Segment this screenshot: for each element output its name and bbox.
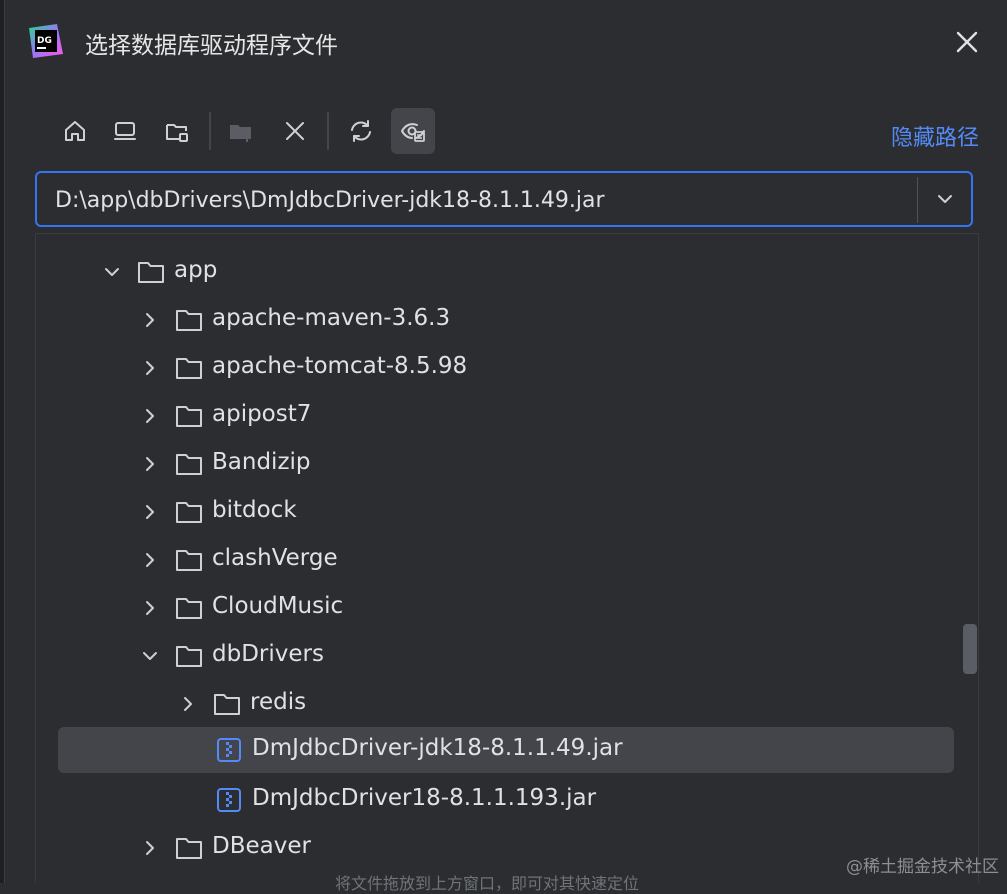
- chevron-right-icon[interactable]: [138, 404, 162, 428]
- home-icon: [65, 121, 85, 141]
- folder-icon: [176, 598, 202, 619]
- tree-row-label: dbDrivers: [212, 641, 324, 667]
- datagrip-logo-icon: DG: [29, 24, 63, 58]
- toolbar-separator: [209, 112, 211, 150]
- desktop-button[interactable]: [103, 108, 147, 154]
- folder-icon: [176, 358, 202, 379]
- tree-row-label: bitdock: [212, 497, 297, 523]
- file-tree[interactable]: app apache-maven-3.6.3 apache-tomcat-8.5…: [35, 233, 979, 883]
- hide-path-link[interactable]: 隐藏路径: [891, 120, 979, 152]
- chevron-right-icon[interactable]: [138, 596, 162, 620]
- dialog-title: 选择数据库驱动程序文件: [85, 33, 338, 59]
- close-icon[interactable]: [947, 22, 987, 62]
- refresh-icon: [351, 120, 371, 142]
- tree-row-label: CloudMusic: [212, 593, 344, 619]
- drop-hint-text: 将文件拖放到上方窗口，即可对其快速定位: [335, 874, 640, 893]
- tree-scrollbar-thumb[interactable]: [963, 624, 977, 674]
- tree-row[interactable]: DmJdbcDriver18-8.1.1.193.jar: [36, 777, 966, 823]
- toolbar: 隐藏路径: [53, 108, 993, 156]
- chevron-right-icon[interactable]: [138, 308, 162, 332]
- chevron-down-icon: [938, 195, 952, 203]
- show-hidden-files-button[interactable]: [391, 108, 435, 154]
- path-history-dropdown[interactable]: [919, 173, 971, 225]
- toolbar-separator: [327, 112, 329, 150]
- desktop-icon: [114, 122, 136, 140]
- tree-row[interactable]: DBeaver: [36, 825, 966, 871]
- tree-row[interactable]: dbDrivers: [36, 633, 966, 679]
- folder-icon: [176, 502, 202, 523]
- tree-row[interactable]: CloudMusic: [36, 585, 966, 631]
- tree-row-selected[interactable]: DmJdbcDriver-jdk18-8.1.1.49.jar: [58, 727, 954, 773]
- tree-row-label: clashVerge: [212, 545, 338, 571]
- folder-icon: [176, 550, 202, 571]
- tree-row-label: Bandizip: [212, 449, 311, 475]
- folder-icon: [176, 646, 202, 667]
- tree-row-label: DBeaver: [212, 833, 311, 859]
- home-button[interactable]: [53, 108, 97, 154]
- folder-icon: [176, 310, 202, 331]
- delete-icon: [286, 122, 304, 140]
- path-combobox: [35, 171, 973, 227]
- app-icon-text: DG: [37, 36, 52, 46]
- title-bar: DG 选择数据库驱动程序文件: [5, 0, 1007, 84]
- chevron-right-icon[interactable]: [176, 692, 200, 716]
- folder-icon: [176, 838, 202, 859]
- tree-row[interactable]: app: [36, 249, 966, 295]
- watermark: @稀土掘金技术社区: [846, 857, 999, 877]
- new-folder-button[interactable]: [219, 108, 263, 154]
- tree-row-label: apache-tomcat-8.5.98: [212, 353, 468, 379]
- path-input[interactable]: [53, 173, 907, 227]
- tree-row[interactable]: bitdock: [36, 489, 966, 535]
- chevron-down-icon[interactable]: [138, 644, 162, 668]
- tree-row-label: DmJdbcDriver-jdk18-8.1.1.49.jar: [252, 735, 623, 761]
- jar-file-icon: [217, 738, 241, 762]
- tree-row[interactable]: apipost7: [36, 393, 966, 439]
- chevron-right-icon[interactable]: [138, 452, 162, 476]
- tree-row-label: app: [174, 257, 218, 283]
- folder-icon: [214, 694, 240, 715]
- chevron-right-icon[interactable]: [138, 548, 162, 572]
- new-folder-icon: [230, 125, 251, 142]
- project-folder-button[interactable]: [155, 108, 199, 154]
- chevron-down-icon[interactable]: [100, 260, 124, 284]
- folder-icon: [176, 454, 202, 475]
- folder-icon: [176, 406, 202, 427]
- tree-row[interactable]: redis: [36, 681, 966, 727]
- tree-row[interactable]: apache-maven-3.6.3: [36, 297, 966, 343]
- tree-row-label: DmJdbcDriver18-8.1.1.193.jar: [252, 785, 597, 811]
- tree-row-label: apipost7: [212, 401, 312, 427]
- tree-row-label: redis: [250, 689, 307, 715]
- chevron-right-icon[interactable]: [138, 356, 162, 380]
- tree-row[interactable]: Bandizip: [36, 441, 966, 487]
- delete-button[interactable]: [273, 108, 317, 154]
- file-chooser-dialog: DG 选择数据库驱动程序文件 隐藏路径 D:\app\dbDrivers\DmJ…: [4, 0, 1007, 893]
- chevron-right-icon[interactable]: [138, 836, 162, 860]
- refresh-button[interactable]: [339, 108, 383, 154]
- show-hidden-icon: [401, 123, 425, 142]
- jar-file-icon: [217, 788, 241, 812]
- project-folder-icon: [166, 124, 188, 142]
- tree-row-label: apache-maven-3.6.3: [212, 305, 451, 331]
- chevron-right-icon[interactable]: [138, 500, 162, 524]
- combobox-divider: [917, 177, 918, 223]
- tree-row[interactable]: clashVerge: [36, 537, 966, 583]
- folder-icon: [138, 262, 164, 283]
- tree-row[interactable]: apache-tomcat-8.5.98: [36, 345, 966, 391]
